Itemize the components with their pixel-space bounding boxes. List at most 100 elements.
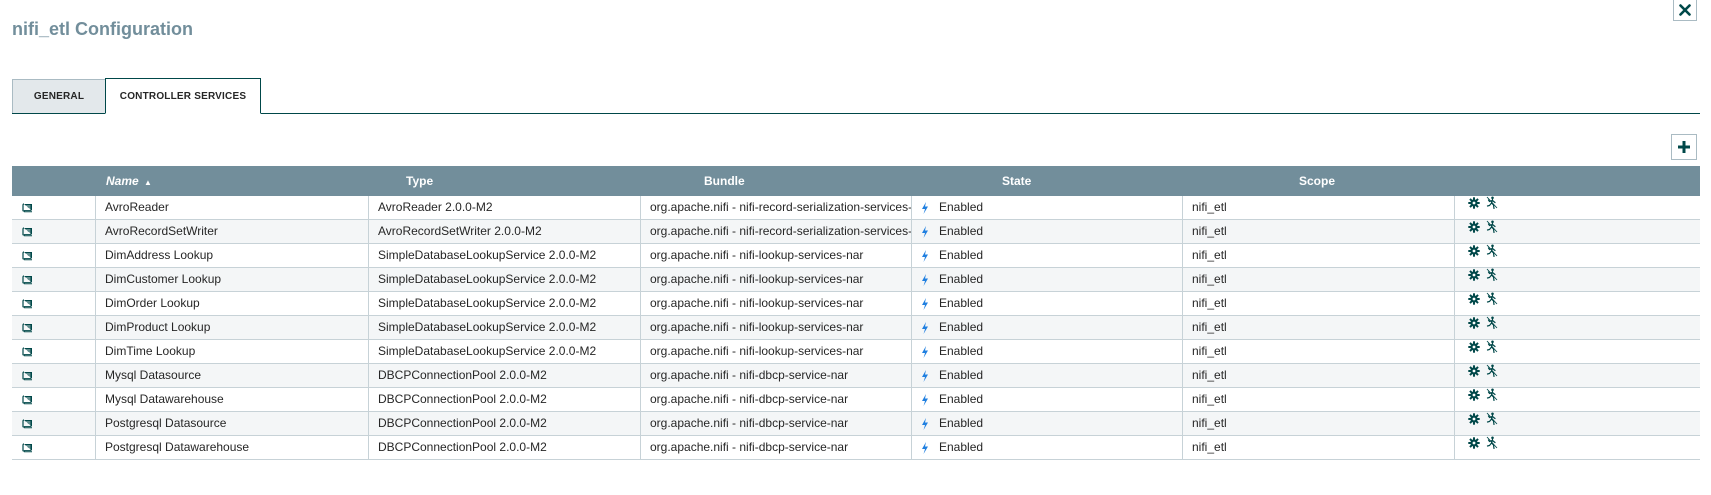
info-button[interactable] <box>22 364 33 387</box>
info-button[interactable] <box>22 196 33 219</box>
configure-button[interactable] <box>1468 340 1480 353</box>
info-button[interactable] <box>22 244 33 267</box>
disable-button[interactable] <box>1486 364 1498 377</box>
table-row[interactable]: Postgresql Datawarehouse DBCPConnectionP… <box>12 436 1700 460</box>
info-button[interactable] <box>22 220 33 243</box>
state-label: Enabled <box>939 296 984 310</box>
cell-type: DBCPConnectionPool 2.0.0-M2 <box>368 412 640 435</box>
configure-button[interactable] <box>1468 364 1480 377</box>
disable-icon <box>1486 364 1498 377</box>
configure-button[interactable] <box>1468 220 1480 233</box>
disable-button[interactable] <box>1486 412 1498 425</box>
cell-state: Enabled <box>911 412 1182 435</box>
lightning-bolt-icon <box>921 273 939 286</box>
tab-bar: GENERAL CONTROLLER SERVICES <box>12 78 1700 114</box>
cell-scope: nifi_etl <box>1182 364 1454 387</box>
book-icon <box>22 394 32 404</box>
cell-state: Enabled <box>911 340 1182 363</box>
cell-state: Enabled <box>911 196 1182 219</box>
cell-type: AvroRecordSetWriter 2.0.0-M2 <box>368 220 640 243</box>
table-row[interactable]: Mysql Datasource DBCPConnectionPool 2.0.… <box>12 364 1700 388</box>
plus-icon <box>1678 141 1690 153</box>
tab-general[interactable]: GENERAL <box>12 79 106 113</box>
cell-type: AvroReader 2.0.0-M2 <box>368 196 640 219</box>
table-row[interactable]: DimTime Lookup SimpleDatabaseLookupServi… <box>12 340 1700 364</box>
configure-button[interactable] <box>1468 436 1480 449</box>
cell-name: Postgresql Datawarehouse <box>95 436 368 459</box>
table-row[interactable]: DimProduct Lookup SimpleDatabaseLookupSe… <box>12 316 1700 340</box>
table-row[interactable]: DimAddress Lookup SimpleDatabaseLookupSe… <box>12 244 1700 268</box>
disable-icon <box>1486 340 1498 353</box>
configure-button[interactable] <box>1468 268 1480 281</box>
table-row[interactable]: DimOrder Lookup SimpleDatabaseLookupServ… <box>12 292 1700 316</box>
table-row[interactable]: DimCustomer Lookup SimpleDatabaseLookupS… <box>12 268 1700 292</box>
table-body: AvroReader AvroReader 2.0.0-M2 org.apach… <box>12 196 1700 460</box>
cell-name: DimOrder Lookup <box>95 292 368 315</box>
state-label: Enabled <box>939 368 984 382</box>
add-controller-service-button[interactable] <box>1671 134 1697 160</box>
gear-icon <box>1468 436 1480 449</box>
disable-icon <box>1486 316 1498 329</box>
cell-scope: nifi_etl <box>1182 196 1454 219</box>
info-button[interactable] <box>22 292 33 315</box>
info-button[interactable] <box>22 316 33 339</box>
info-button[interactable] <box>22 268 33 291</box>
disable-button[interactable] <box>1486 196 1498 209</box>
configure-button[interactable] <box>1468 412 1480 425</box>
cell-scope: nifi_etl <box>1182 412 1454 435</box>
disable-icon <box>1486 412 1498 425</box>
info-button[interactable] <box>22 412 33 435</box>
column-header-type[interactable]: Type <box>406 166 433 196</box>
disable-button[interactable] <box>1486 388 1498 401</box>
disable-icon <box>1486 268 1498 281</box>
table-row[interactable]: AvroReader AvroReader 2.0.0-M2 org.apach… <box>12 196 1700 220</box>
cell-actions <box>1454 292 1700 315</box>
column-header-state[interactable]: State <box>1002 166 1031 196</box>
lightning-bolt-icon <box>921 417 939 430</box>
state-label: Enabled <box>939 224 984 238</box>
close-button[interactable] <box>1673 0 1697 21</box>
lightning-bolt-icon <box>921 369 939 382</box>
cell-name: DimTime Lookup <box>95 340 368 363</box>
table-row[interactable]: AvroRecordSetWriter AvroRecordSetWriter … <box>12 220 1700 244</box>
cell-actions <box>1454 268 1700 291</box>
cell-actions <box>1454 340 1700 363</box>
cell-scope: nifi_etl <box>1182 268 1454 291</box>
configure-button[interactable] <box>1468 316 1480 329</box>
cell-type: SimpleDatabaseLookupService 2.0.0-M2 <box>368 316 640 339</box>
configure-button[interactable] <box>1468 196 1480 209</box>
cell-type: SimpleDatabaseLookupService 2.0.0-M2 <box>368 244 640 267</box>
cell-scope: nifi_etl <box>1182 340 1454 363</box>
table-row[interactable]: Mysql Datawarehouse DBCPConnectionPool 2… <box>12 388 1700 412</box>
gear-icon <box>1468 364 1480 377</box>
disable-button[interactable] <box>1486 436 1498 449</box>
configure-button[interactable] <box>1468 388 1480 401</box>
info-button[interactable] <box>22 388 33 411</box>
disable-button[interactable] <box>1486 340 1498 353</box>
info-button[interactable] <box>22 340 33 363</box>
configure-button[interactable] <box>1468 244 1480 257</box>
state-label: Enabled <box>939 248 984 262</box>
dialog-title: nifi_etl Configuration <box>12 19 193 39</box>
table-row[interactable]: Postgresql Datasource DBCPConnectionPool… <box>12 412 1700 436</box>
tab-controller-services[interactable]: CONTROLLER SERVICES <box>105 78 261 114</box>
cell-scope: nifi_etl <box>1182 292 1454 315</box>
disable-button[interactable] <box>1486 244 1498 257</box>
column-header-name[interactable]: Name ▲ <box>106 166 152 196</box>
book-icon <box>22 274 32 284</box>
cell-state: Enabled <box>911 220 1182 243</box>
book-icon <box>22 322 32 332</box>
disable-button[interactable] <box>1486 316 1498 329</box>
book-icon <box>22 226 32 236</box>
cell-bundle: org.apache.nifi - nifi-dbcp-service-nar <box>640 436 911 459</box>
info-button[interactable] <box>22 436 33 459</box>
configure-button[interactable] <box>1468 292 1480 305</box>
column-header-bundle[interactable]: Bundle <box>704 166 745 196</box>
cell-actions <box>1454 364 1700 387</box>
disable-button[interactable] <box>1486 220 1498 233</box>
column-header-scope[interactable]: Scope <box>1299 166 1335 196</box>
state-label: Enabled <box>939 416 984 430</box>
disable-button[interactable] <box>1486 292 1498 305</box>
disable-button[interactable] <box>1486 268 1498 281</box>
cell-actions <box>1454 196 1700 219</box>
